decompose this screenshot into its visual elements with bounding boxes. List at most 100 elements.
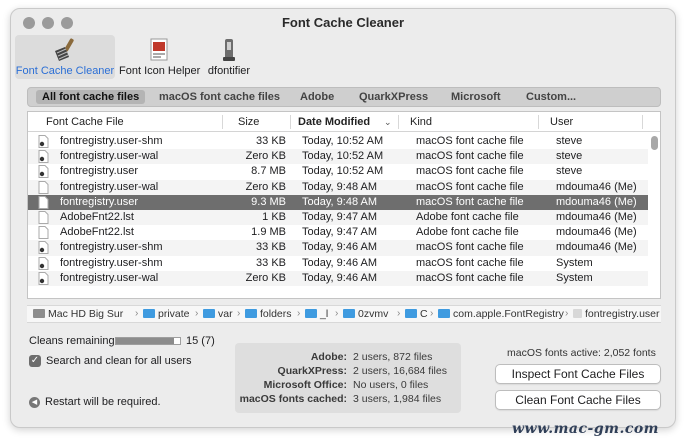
cell-kind: Adobe font cache file xyxy=(416,211,519,223)
tab-adobe[interactable]: Adobe xyxy=(300,90,334,104)
col-user[interactable]: User xyxy=(550,116,573,128)
path-item-0zvmv[interactable]: 0zvmv xyxy=(343,308,388,320)
clean-font-cache-button[interactable]: Clean Font Cache Files xyxy=(495,390,661,410)
col-kind[interactable]: Kind xyxy=(410,116,432,128)
path-item-file[interactable]: fontregistry.user xyxy=(573,308,660,320)
cell-size: 33 KB xyxy=(256,241,286,254)
table-row[interactable]: fontregistry.user-shm 33 KB Today, 9:46 AM… xyxy=(28,256,648,271)
stat-value: 2 users, 872 files xyxy=(353,351,433,363)
chevron-right-icon: › xyxy=(335,308,339,319)
table-row[interactable]: AdobeFnt22.lst 1.9 MB Today, 9:47 AM Adobe … xyxy=(28,225,648,240)
table-row[interactable]: fontregistry.user 8.7 MB Today, 10:52 AM ma… xyxy=(28,164,648,179)
cell-kind: macOS font cache file xyxy=(416,256,524,269)
inspect-font-cache-button[interactable]: Inspect Font Cache Files xyxy=(495,364,661,384)
table-row[interactable]: fontregistry.user-shm 33 KB Today, 9:46 AM… xyxy=(28,240,648,256)
path-item-fontregistry-folder[interactable]: com.apple.FontRegistry xyxy=(438,308,564,320)
tab-quarkxpress[interactable]: QuarkXPress xyxy=(359,90,428,104)
cell-kind: macOS font cache file xyxy=(416,135,524,147)
path-item-private[interactable]: private xyxy=(143,308,190,320)
column-divider xyxy=(642,115,643,129)
cell-date-modified: Today, 9:46 AM xyxy=(302,256,378,269)
cell-user: mdouma46 (Me) xyxy=(556,241,637,254)
macos-fonts-active: macOS fonts active: 2,052 fonts xyxy=(507,347,656,359)
path-item-l[interactable]: _l xyxy=(305,308,328,320)
cell-user: steve xyxy=(556,150,583,163)
cell-kind: macOS font cache file xyxy=(416,271,524,284)
cell-user: mdouma46 (Me) xyxy=(556,211,637,223)
tab-all-font-cache-files[interactable]: All font cache files xyxy=(36,90,146,104)
cache-file-icon xyxy=(38,135,49,148)
table-row[interactable]: fontregistry.user-shm 33 KB Today, 10:52 A… xyxy=(28,134,648,149)
font-cache-table: Font Cache File Size Date Modified ⌄ Kin… xyxy=(27,111,661,299)
cell-date-modified: Today, 10:52 AM xyxy=(302,135,384,147)
cache-file-icon xyxy=(38,256,49,270)
cell-user: System xyxy=(556,256,593,269)
tool-font-cache-cleaner[interactable]: Font Cache Cleaner xyxy=(15,35,115,79)
tab-macos-font-cache-files[interactable]: macOS font cache files xyxy=(159,90,280,104)
chevron-right-icon: › xyxy=(237,308,241,319)
table-row[interactable]: fontregistry.user 9.3 MB Today, 9:48 AM mac… xyxy=(28,194,648,210)
tool-font-icon-helper[interactable]: Font Icon Helper xyxy=(119,35,200,79)
tab-custom[interactable]: Custom... xyxy=(526,90,576,104)
cell-date-modified: Today, 9:48 AM xyxy=(302,195,378,208)
search-all-users-checkbox[interactable]: ✓ xyxy=(29,355,41,367)
cell-file-name: AdobeFnt22.lst xyxy=(60,226,134,239)
table-row[interactable]: fontregistry.user-wal Zero KB Today, 9:46 … xyxy=(28,270,648,286)
chevron-right-icon: › xyxy=(565,308,569,319)
col-date-modified[interactable]: Date Modified xyxy=(298,116,370,128)
progress-fill xyxy=(116,338,174,344)
tool-dfontifier[interactable]: dfontifier xyxy=(203,35,255,79)
cell-size: Zero KB xyxy=(245,150,286,163)
broom-icon xyxy=(55,38,74,61)
title-bar: Font Cache Cleaner xyxy=(11,9,675,37)
app-window: Font Cache Cleaner Font Cache Cleaner Fo… xyxy=(10,8,676,428)
stat-row-microsoft-office: Microsoft Office: No users, 0 files xyxy=(235,379,461,392)
table-row[interactable]: fontregistry.user-wal Zero KB Today, 10:52… xyxy=(28,149,648,165)
stat-row-adobe: Adobe: 2 users, 872 files xyxy=(235,351,461,364)
stat-label: macOS fonts cached: xyxy=(239,393,347,405)
cell-kind: macOS font cache file xyxy=(416,241,524,254)
cache-file-icon xyxy=(38,241,49,255)
cell-user: mdouma46 (Me) xyxy=(556,195,637,208)
cell-file-name: fontregistry.user-wal xyxy=(60,180,159,193)
cell-kind: Adobe font cache file xyxy=(416,226,519,239)
cell-size: 1.9 MB xyxy=(251,226,286,239)
tool-label: Font Cache Cleaner xyxy=(15,65,115,77)
document-icon xyxy=(38,226,49,240)
cell-file-name: fontregistry.user xyxy=(60,195,139,208)
cell-date-modified: Today, 9:47 AM xyxy=(302,211,378,223)
chevron-right-icon: › xyxy=(135,308,139,319)
cell-date-modified: Today, 9:48 AM xyxy=(302,180,378,193)
cell-size: 1 KB xyxy=(262,211,286,223)
tab-microsoft[interactable]: Microsoft xyxy=(451,90,501,104)
path-item-volume[interactable]: Mac HD Big Sur xyxy=(33,308,123,320)
scroll-thumb[interactable] xyxy=(651,136,658,150)
cell-file-name: fontregistry.user-shm xyxy=(60,256,163,269)
document-icon xyxy=(38,180,49,194)
restart-warning-icon: ◀ xyxy=(29,397,40,408)
cache-stats-panel: Adobe: 2 users, 872 files QuarkXPress: 2… xyxy=(235,343,461,413)
table-row[interactable]: AdobeFnt22.lst 1 KB Today, 9:47 AM Adobe fo… xyxy=(28,210,648,226)
cell-file-name: fontregistry.user-wal xyxy=(60,271,159,284)
cell-kind: macOS font cache file xyxy=(416,165,524,178)
path-item-folders[interactable]: folders xyxy=(245,308,292,320)
col-size[interactable]: Size xyxy=(238,116,259,128)
vertical-scrollbar[interactable] xyxy=(651,134,658,298)
cell-file-name: fontregistry.user-shm xyxy=(60,135,163,147)
folder-icon xyxy=(438,309,450,318)
cell-user: System xyxy=(556,271,593,284)
col-font-cache-file[interactable]: Font Cache File xyxy=(46,116,124,128)
table-row[interactable]: fontregistry.user-wal Zero KB Today, 9:48 … xyxy=(28,179,648,195)
folder-icon xyxy=(343,309,355,318)
cell-size: 9.3 MB xyxy=(251,195,286,208)
cache-file-icon xyxy=(38,150,49,164)
path-item-var[interactable]: var xyxy=(203,308,233,320)
restart-notice: Restart will be required. xyxy=(45,396,161,408)
document-icon xyxy=(38,211,49,224)
cleans-remaining-label: Cleans remaining: xyxy=(29,335,118,347)
path-item-c[interactable]: C xyxy=(405,308,428,320)
search-all-users-label[interactable]: Search and clean for all users xyxy=(46,355,192,367)
window-title: Font Cache Cleaner xyxy=(281,15,405,30)
chevron-right-icon: › xyxy=(397,308,401,319)
cell-kind: macOS font cache file xyxy=(416,195,524,208)
